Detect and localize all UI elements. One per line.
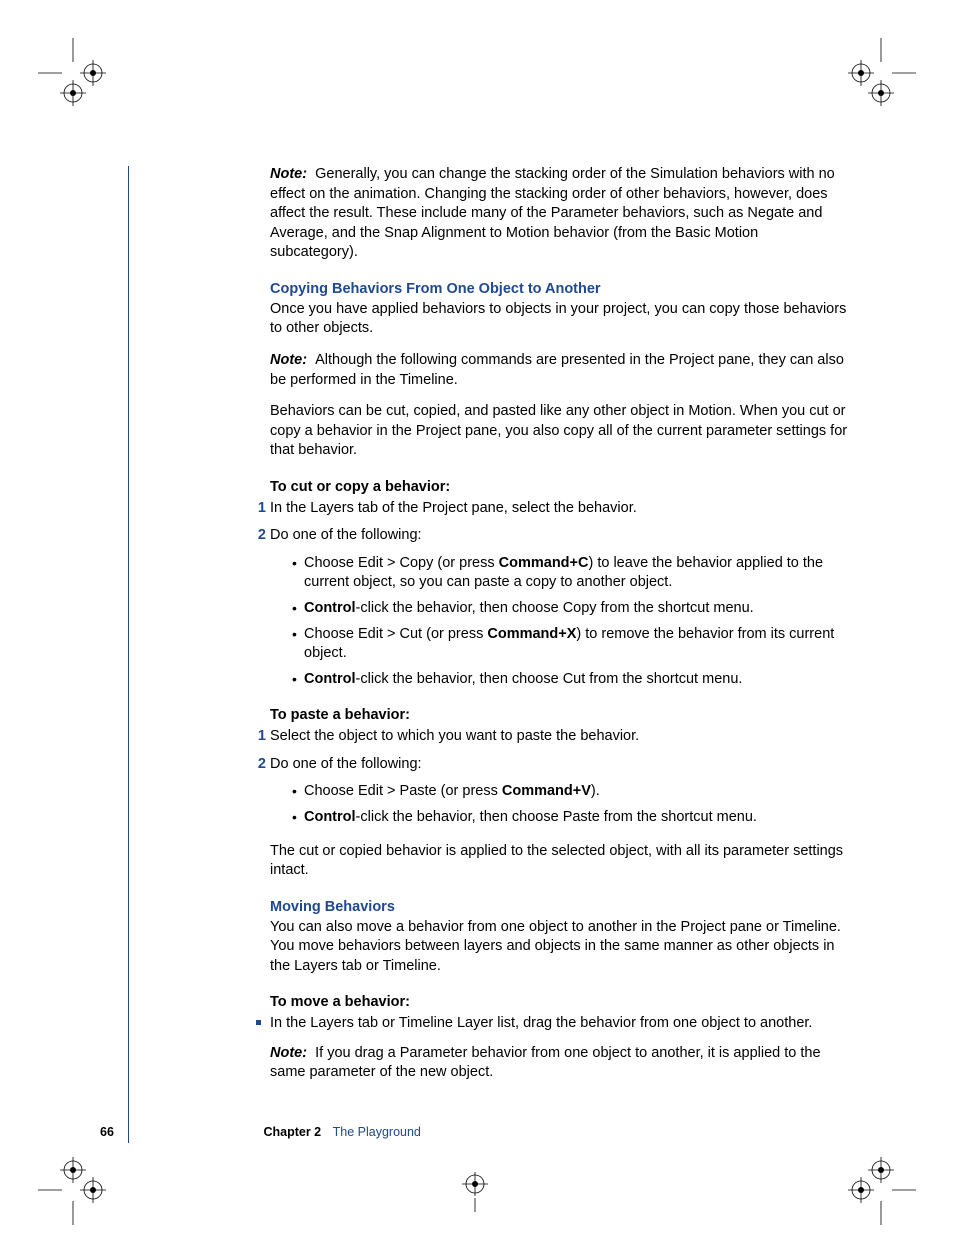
section1-para2: Behaviors can be cut, copied, and pasted… <box>270 402 850 461</box>
task2-step1-text: Select the object to which you want to p… <box>270 728 639 744</box>
section1-intro: Once you have applied behaviors to objec… <box>270 300 850 339</box>
step-number-1: 1 <box>252 499 266 519</box>
crop-mark-tr <box>846 38 916 108</box>
task2-bullets: Choose Edit > Paste (or press Command+V)… <box>292 782 850 827</box>
task3-note-text: If you drag a Parameter behavior from on… <box>270 1045 821 1081</box>
task1-bullet-3: Choose Edit > Cut (or press Command+X) t… <box>292 625 850 664</box>
task1-bullets: Choose Edit > Copy (or press Command+C) … <box>292 554 850 689</box>
task1-step1-text: In the Layers tab of the Project pane, s… <box>270 500 637 516</box>
chapter-label: Chapter 2 <box>263 1125 321 1139</box>
task1-step2: 2 Do one of the following: Choose Edit >… <box>270 526 850 689</box>
task1-list: 1 In the Layers tab of the Project pane,… <box>270 499 850 690</box>
task1-heading: To cut or copy a behavior: <box>270 479 850 495</box>
note-top-text: Generally, you can change the stacking o… <box>270 166 835 260</box>
crop-mark-br <box>846 1155 916 1225</box>
page-number: 66 <box>100 1125 260 1139</box>
task2-step2: 2 Do one of the following: Choose Edit >… <box>270 755 850 828</box>
note-top: Note: Generally, you can change the stac… <box>270 165 850 263</box>
crop-mark-tl <box>38 38 108 108</box>
step-number-2b: 2 <box>252 755 266 775</box>
step-number-1b: 1 <box>252 727 266 747</box>
task1-bullet-1: Choose Edit > Copy (or press Command+C) … <box>292 554 850 593</box>
body-text: Note: Generally, you can change the stac… <box>270 165 850 1091</box>
page-root: Note: Generally, you can change the stac… <box>0 0 954 1235</box>
task3-heading: To move a behavior: <box>270 994 850 1010</box>
section1-note: Note: Although the following commands ar… <box>270 351 850 390</box>
note-label-3: Note: <box>270 1045 307 1061</box>
note-label: Note: <box>270 166 307 182</box>
task2-bullet-2: Control-click the behavior, then choose … <box>292 808 850 828</box>
chapter-title: The Playground <box>333 1125 421 1139</box>
footer: 66 Chapter 2 The Playground <box>100 1125 850 1139</box>
heading-moving: Moving Behaviors <box>270 899 850 915</box>
task3-list: In the Layers tab or Timeline Layer list… <box>270 1014 850 1083</box>
task3-step: In the Layers tab or Timeline Layer list… <box>270 1014 850 1083</box>
heading-copying: Copying Behaviors From One Object to Ano… <box>270 281 850 297</box>
task2-step1: 1 Select the object to which you want to… <box>270 727 850 747</box>
task2-bullet-1: Choose Edit > Paste (or press Command+V)… <box>292 782 850 802</box>
section1-closing: The cut or copied behavior is applied to… <box>270 842 850 881</box>
task2-step2-text: Do one of the following: <box>270 756 422 772</box>
step-number-2: 2 <box>252 526 266 546</box>
crop-mark-bottom-center <box>450 1172 500 1212</box>
section1-note-text: Although the following commands are pres… <box>270 352 844 388</box>
crop-mark-bl <box>38 1155 108 1225</box>
task3-step-text: In the Layers tab or Timeline Layer list… <box>270 1015 812 1031</box>
task1-step1: 1 In the Layers tab of the Project pane,… <box>270 499 850 519</box>
task1-bullet-2: Control-click the behavior, then choose … <box>292 599 850 619</box>
section2-intro: You can also move a behavior from one ob… <box>270 918 850 977</box>
task1-bullet-4: Control-click the behavior, then choose … <box>292 670 850 690</box>
margin-rule <box>128 166 129 1143</box>
task2-list: 1 Select the object to which you want to… <box>270 727 850 827</box>
task2-heading: To paste a behavior: <box>270 707 850 723</box>
task1-step2-text: Do one of the following: <box>270 527 422 543</box>
note-label-2: Note: <box>270 352 307 368</box>
task3-note: Note: If you drag a Parameter behavior f… <box>270 1044 850 1083</box>
